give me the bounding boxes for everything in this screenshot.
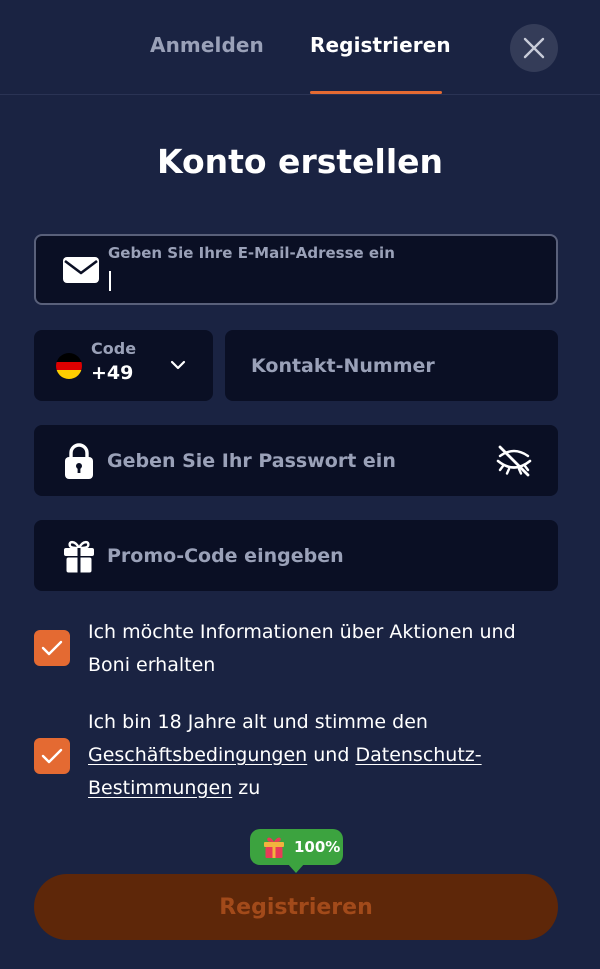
terms-checkbox[interactable]	[34, 738, 70, 774]
checkmark-icon	[41, 640, 63, 656]
phone-number-input[interactable]	[251, 354, 541, 377]
active-tab-indicator	[310, 91, 442, 94]
country-code-value: +49	[91, 362, 134, 384]
envelope-icon	[62, 251, 100, 289]
terms-prefix: Ich bin 18 Jahre alt und stimme den	[88, 711, 428, 733]
eye-off-icon	[496, 445, 532, 476]
toggle-password-visibility[interactable]	[494, 441, 534, 481]
password-field	[34, 425, 558, 496]
promotions-consent-text: Ich möchte Informationen über Aktionen u…	[88, 621, 516, 676]
close-button[interactable]	[510, 24, 558, 72]
terms-consent-text: Ich bin 18 Jahre alt und stimme den Gesc…	[88, 706, 558, 805]
email-field[interactable]: Geben Sie Ihre E-Mail-Adresse ein	[34, 234, 558, 305]
phone-number-field	[225, 330, 558, 401]
register-modal: Anmelden Registrieren Konto erstellen Ge…	[0, 0, 600, 969]
close-icon	[523, 37, 545, 59]
checkmark-icon	[41, 748, 63, 764]
terms-middle: und	[313, 744, 350, 766]
terms-link[interactable]: Geschäftsbedingungen	[88, 744, 307, 766]
gift-icon	[264, 837, 284, 858]
email-field-label: Geben Sie Ihre E-Mail-Adresse ein	[108, 244, 395, 262]
tab-login[interactable]: Anmelden	[150, 33, 264, 57]
tab-register[interactable]: Registrieren	[310, 33, 451, 57]
country-code-select[interactable]: Code +49	[34, 330, 213, 401]
text-caret	[109, 271, 111, 291]
country-code-label: Code	[91, 339, 137, 358]
bonus-badge-pointer	[287, 863, 305, 873]
register-button[interactable]: Registrieren	[34, 874, 558, 940]
promo-code-input[interactable]	[107, 544, 487, 567]
chevron-down-icon	[170, 360, 186, 370]
lock-icon	[60, 442, 98, 480]
terms-suffix: zu	[238, 777, 261, 799]
germany-flag-icon	[56, 353, 82, 379]
promotions-checkbox[interactable]	[34, 630, 70, 666]
gift-outline-icon	[60, 537, 98, 575]
bonus-badge-text: 100%	[294, 838, 341, 856]
bonus-badge: 100%	[250, 829, 343, 865]
page-title: Konto erstellen	[156, 142, 444, 181]
promo-code-field	[34, 520, 558, 591]
password-input[interactable]	[107, 449, 487, 472]
